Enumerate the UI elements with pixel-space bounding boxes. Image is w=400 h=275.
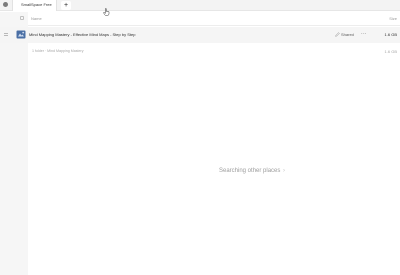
pencil-icon [335,32,340,37]
file-row[interactable]: Mind Mapping Mastery - Effective Mind Ma… [0,27,400,43]
chevron-right-icon: › [283,168,285,174]
file-name[interactable]: Mind Mapping Mastery - Effective Mind Ma… [29,32,135,37]
select-all-checkbox[interactable] [20,16,24,20]
tab-bar: SmallSpace Free + [0,0,400,11]
app-menu-icon[interactable] [3,2,8,7]
sidebar [0,12,28,275]
hand-cursor-icon [103,8,110,16]
column-header-name[interactable]: Name [31,16,42,21]
list-header [28,12,400,26]
shared-status[interactable]: Shared [341,32,354,37]
new-tab-button[interactable]: + [61,1,71,10]
file-size: 1.6 GB [384,32,397,37]
video-file-icon [16,30,26,39]
subfolder-size: 1.6 GB [384,49,397,54]
tab-smallspace-free[interactable]: SmallSpace Free [12,0,57,11]
tab-label: SmallSpace Free [21,2,52,7]
search-status-text: Searching other places [219,168,281,174]
drag-handle-icon[interactable] [4,33,8,36]
more-options-icon[interactable]: ··· [361,32,367,37]
subfolder-path[interactable]: 1 folder · Mind Mapping Mastery [32,49,84,54]
column-header-size[interactable]: Size [389,16,397,21]
